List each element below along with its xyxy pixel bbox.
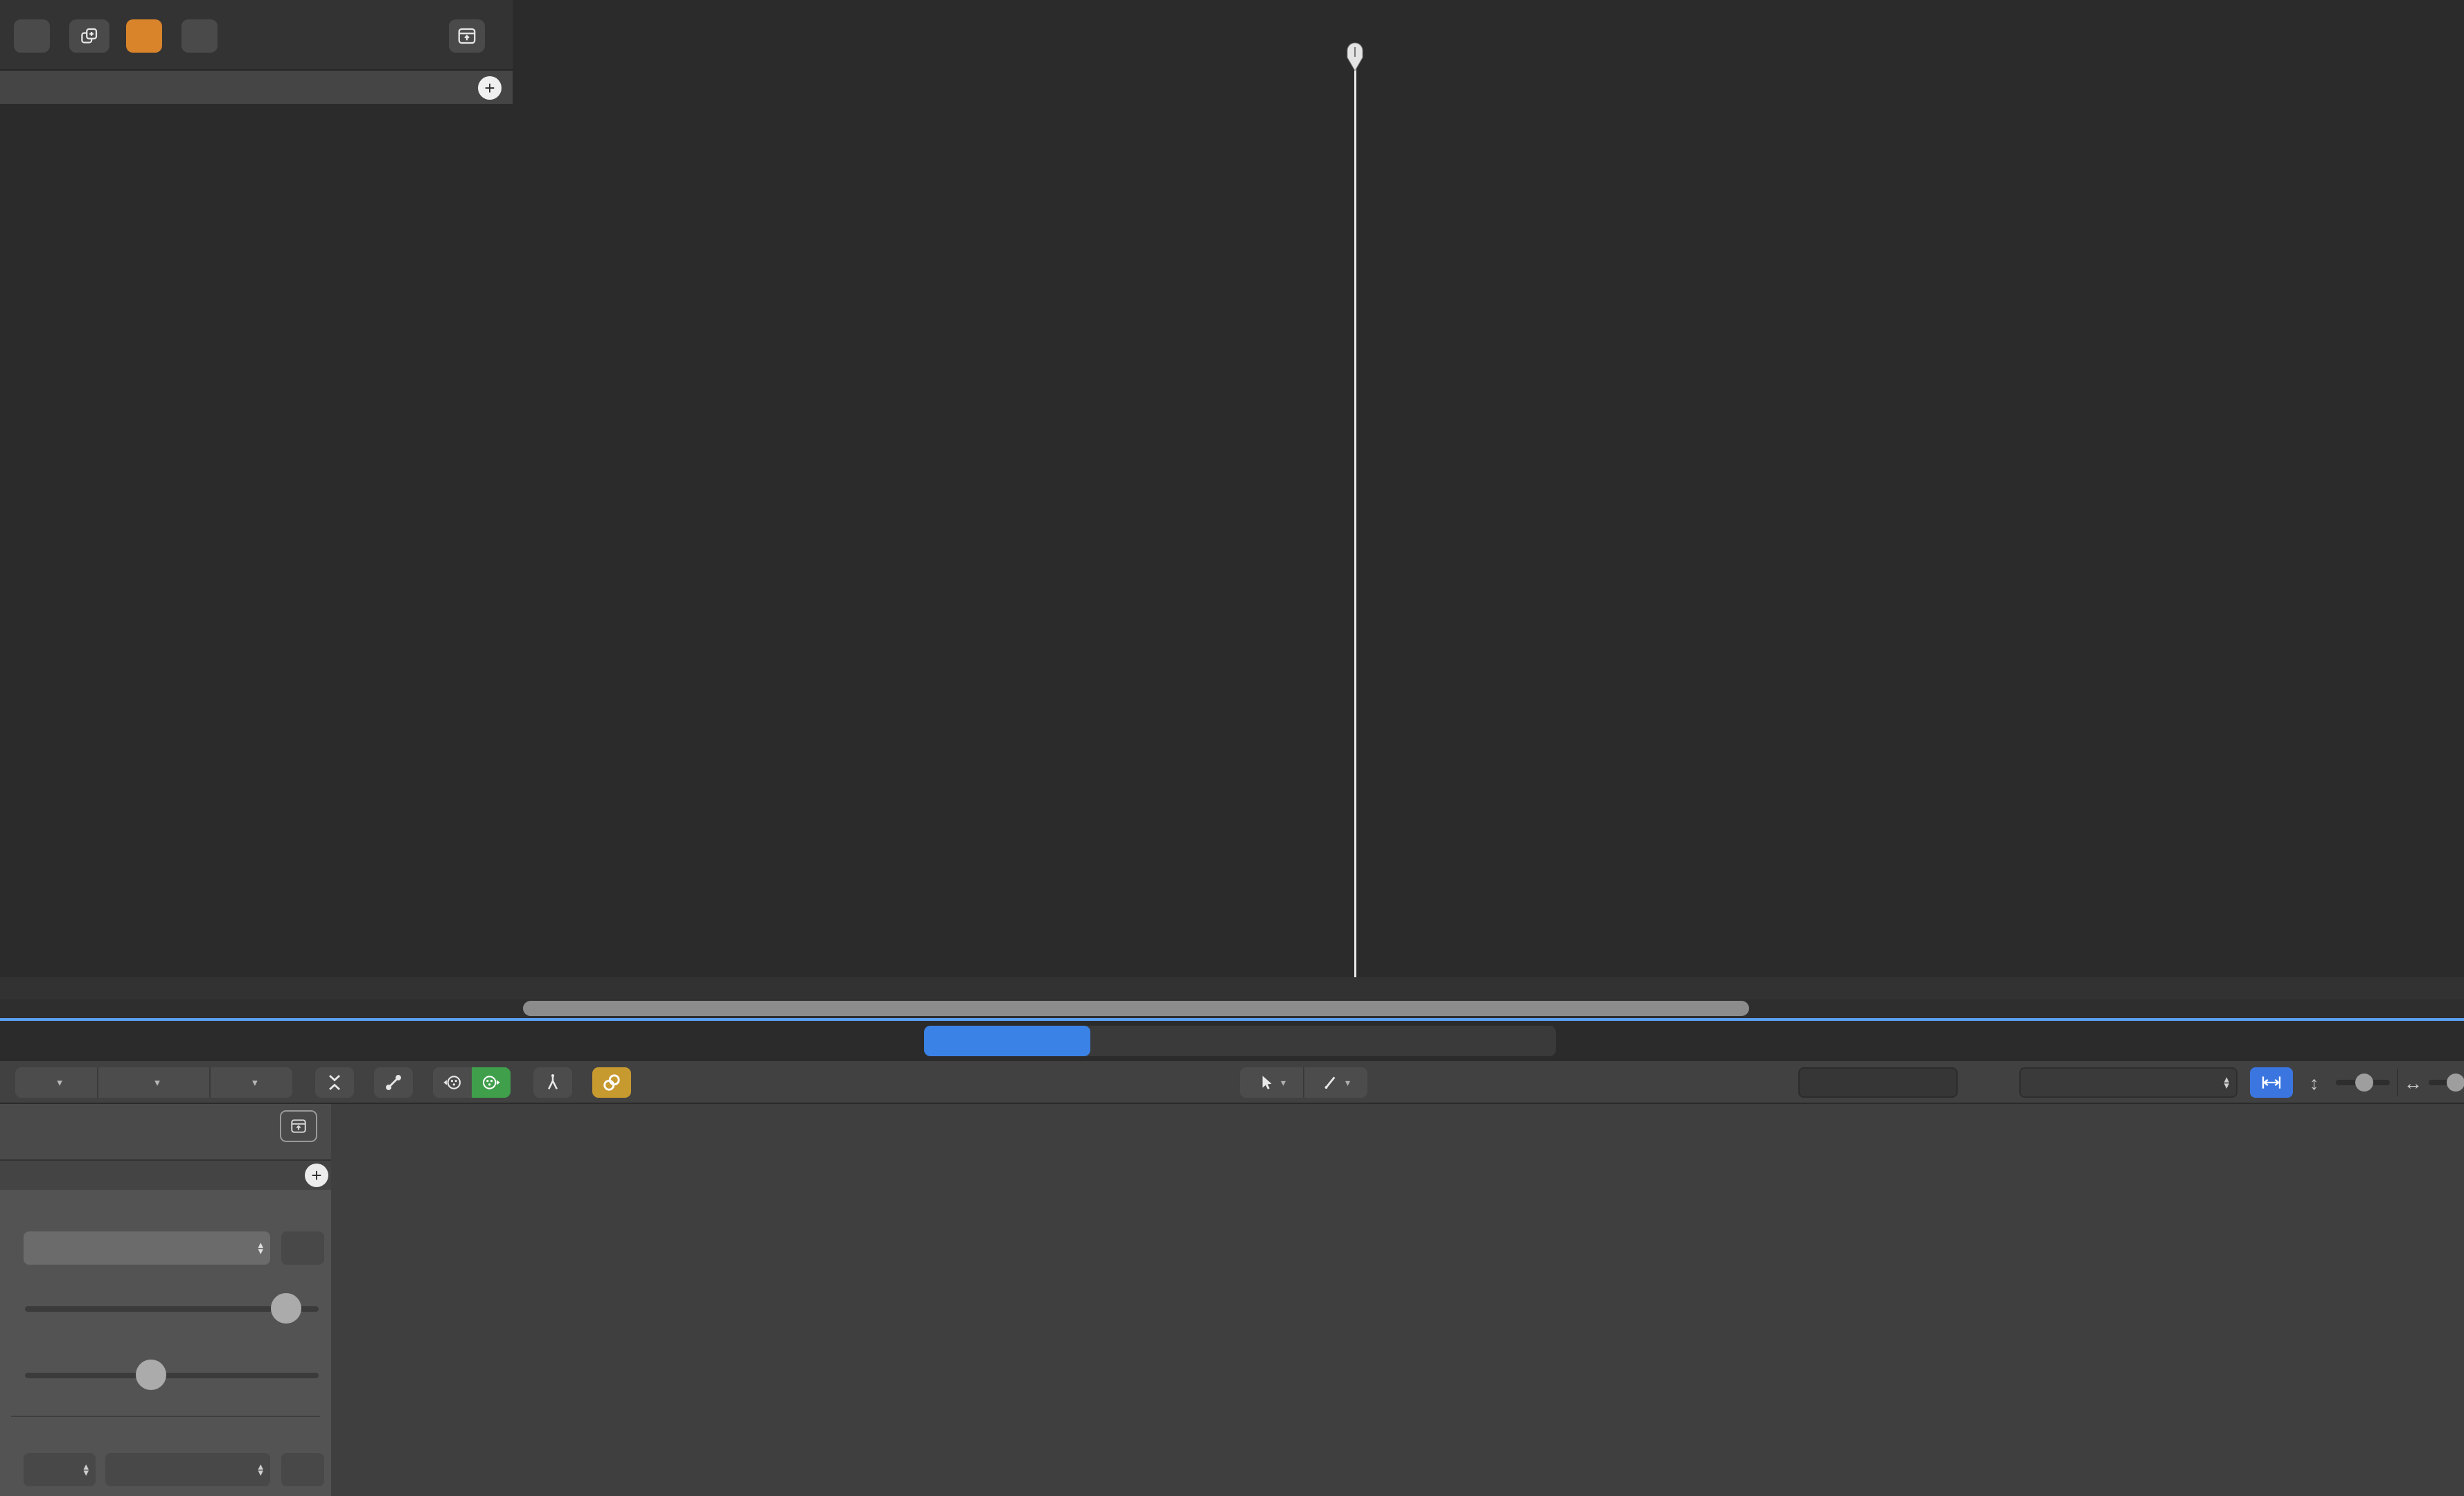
vertical-zoom-thumb[interactable]	[2355, 1074, 2373, 1092]
tab-step-sequencer[interactable]	[1229, 1026, 1410, 1056]
snap-select[interactable]: ▴ ▾	[2019, 1067, 2237, 1098]
playhead-handle[interactable]	[1343, 42, 1367, 72]
link-icon	[603, 1074, 620, 1091]
pointer-icon	[1262, 1076, 1272, 1089]
midi-out-icon	[483, 1076, 500, 1089]
pointer-tools-group: ▾ ▾	[1240, 1067, 1367, 1098]
chevron-down-icon: ▾	[1345, 1076, 1351, 1088]
midi-out-button[interactable]	[472, 1067, 511, 1098]
horizontal-zoom-slider[interactable]	[2429, 1074, 2464, 1092]
chevron-down-icon: ▾	[1280, 1076, 1286, 1088]
logic-pro-window: + ▾ ▾ ▾ ▾ ▾ ▴ ▾ ↕ ↔ + ▴ ▾ ▴ ▾ ▴ ▾	[0, 0, 2464, 1496]
automation-select-button[interactable]	[374, 1067, 413, 1098]
note-separate-button[interactable]	[533, 1067, 572, 1098]
chevron-down-icon: ▾	[252, 1077, 258, 1089]
fit-width-icon	[2262, 1076, 2281, 1089]
arrange-hscrollbar-thumb[interactable]	[523, 1001, 1749, 1016]
editor-tab-bar	[0, 1021, 2464, 1061]
position-readout	[1798, 1067, 1958, 1098]
midi-in-button[interactable]	[433, 1067, 472, 1098]
chevron-down-icon: ▾	[154, 1077, 160, 1089]
tab-smart-tempo[interactable]	[1410, 1026, 1556, 1056]
tab-score[interactable]	[1090, 1026, 1229, 1056]
link-button[interactable]	[592, 1067, 631, 1098]
track-headers	[0, 0, 513, 1018]
pencil-tool-button[interactable]: ▾	[1304, 1067, 1367, 1098]
tab-piano-roll[interactable]	[924, 1026, 1090, 1056]
vertical-zoom-slider[interactable]	[2336, 1074, 2390, 1092]
arrange-bottom-filler	[0, 977, 2464, 999]
pointer-tool-button[interactable]: ▾	[1240, 1067, 1304, 1098]
arrange-hscrollbar[interactable]	[0, 999, 2464, 1017]
fork-icon	[548, 1074, 558, 1089]
editor-tab-group	[924, 1026, 1556, 1056]
editor-menu-group: ▾ ▾ ▾	[15, 1067, 292, 1098]
view-menu[interactable]: ▾	[211, 1067, 292, 1098]
auto-zoom-button[interactable]	[2250, 1067, 2293, 1098]
select-chevrons-icon: ▴ ▾	[2224, 1073, 2229, 1092]
nodes-icon	[386, 1075, 401, 1090]
collapse-icon	[329, 1075, 340, 1090]
horizontal-zoom-thumb[interactable]	[2447, 1074, 2464, 1092]
toolbar-separator	[2397, 1069, 2398, 1096]
playhead[interactable]	[1354, 43, 1356, 977]
piano-roll-area	[0, 1104, 2464, 1496]
horizontal-zoom-icon: ↔	[2404, 1073, 2422, 1094]
midi-in-icon	[443, 1076, 461, 1089]
edit-menu[interactable]: ▾	[15, 1067, 99, 1098]
chevron-down-icon: ▾	[57, 1077, 62, 1089]
functions-menu[interactable]: ▾	[98, 1067, 211, 1098]
pencil-icon	[1324, 1076, 1336, 1089]
collapse-mode-button[interactable]	[315, 1067, 354, 1098]
vertical-zoom-icon: ↕	[2310, 1073, 2319, 1094]
